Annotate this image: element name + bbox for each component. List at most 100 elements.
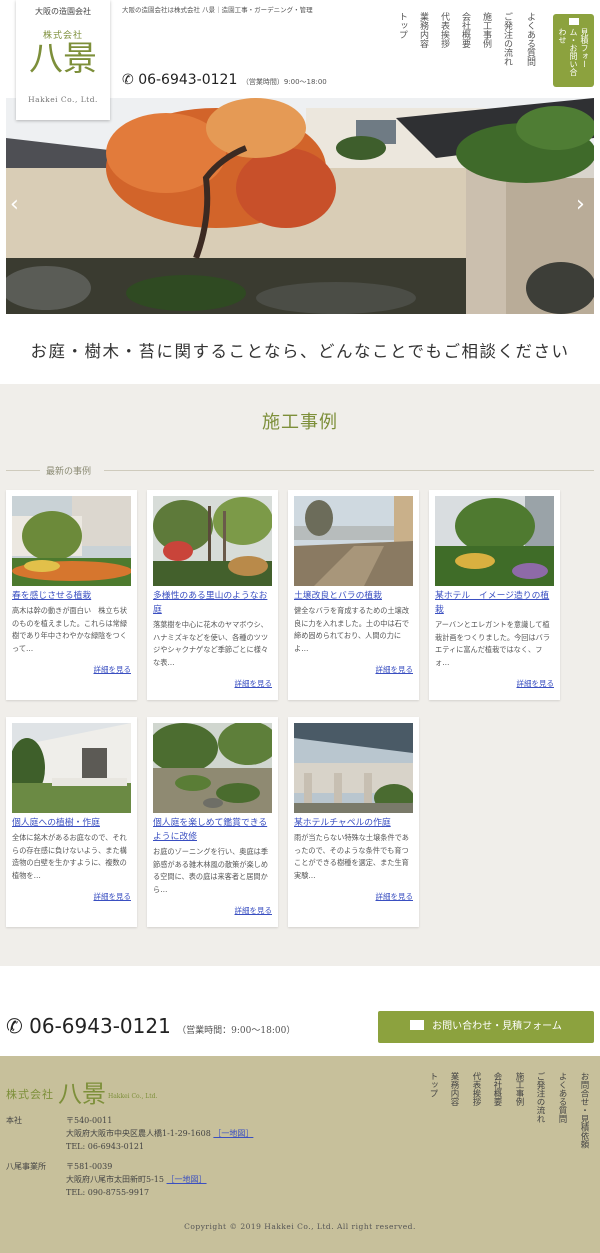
office-tel: TEL: 090-8755-9917 — [66, 1188, 150, 1197]
read-more-link[interactable]: 詳細を見る — [376, 664, 414, 675]
work-description: 落葉樹を中心に花木のヤマボウシ、ハナミズキなどを使い、各種のツツジやシャクナゲな… — [153, 620, 269, 667]
hero-image — [6, 98, 594, 314]
contact-form-button[interactable]: お問い合わせ・見積フォーム — [378, 1011, 594, 1043]
footer-nav-greeting[interactable]: 代表挨拶 — [471, 1072, 481, 1106]
work-title[interactable]: 土壌改良とバラの植栽 — [294, 589, 414, 603]
nav-order-flow[interactable]: ご発注の流れ — [501, 12, 512, 66]
footer-nav-company[interactable]: 会社概要 — [492, 1072, 502, 1106]
office-address-text: 大阪府八尾市太田新町5-15 — [66, 1175, 164, 1184]
work-title[interactable]: 個人庭を楽しめて鑑賞できるように改修 — [153, 816, 273, 844]
footer-nav-order-flow[interactable]: ご発注の流れ — [535, 1072, 545, 1123]
nav-faq[interactable]: よくある質問 — [524, 12, 535, 66]
work-description: お庭のゾーニングを行い、奥庭は季節感がある雑木林風の散策が楽しめる空間に、表の庭… — [153, 847, 269, 894]
contact-phone-number: 06-6943-0121 — [29, 1014, 171, 1038]
read-more-link[interactable]: 詳細を見る — [235, 678, 273, 689]
work-title[interactable]: 某ホテル イメージ造りの植栽 — [435, 589, 555, 617]
contact-bar: ✆ 06-6943-0121 （営業時間：9:00～18:00） お問い合わせ・… — [0, 1000, 600, 1056]
nav-greeting[interactable]: 代表挨拶 — [438, 12, 449, 48]
footer-nav-top[interactable]: トップ — [428, 1072, 438, 1098]
hero-slider: ‹ › — [6, 98, 594, 314]
contact-phone[interactable]: ✆ 06-6943-0121 （営業時間：9:00～18:00） — [6, 1014, 295, 1038]
work-card[interactable]: 多様性のある里山のようなお庭 落葉樹を中心に花木のヤマボウシ、ハナミズキなどを使… — [147, 490, 278, 700]
header-tagline: 大阪の造園会社は株式会社 八景｜造園工事・ガーデニング・管理 — [122, 6, 313, 14]
work-card[interactable]: 某ホテルチャペルの作庭 雨が当たらない特殊な土壌条件であったので、そのような条件… — [288, 717, 419, 927]
phone-icon: ✆ — [122, 72, 134, 88]
header-phone[interactable]: ✆ 06-6943-0121 （営業時間）9:00～18:00 — [122, 72, 327, 88]
logo-name: 八景 — [29, 39, 97, 79]
nav-services[interactable]: 業務内容 — [417, 12, 428, 48]
office-zip: 〒581-0039 — [66, 1162, 113, 1171]
work-description: 高木は幹の動きが面白い 株立ち状のものを植えました。これらは常緑樹であり年中さわ… — [12, 606, 128, 653]
logo-english: Hakkei Co., Ltd. — [28, 95, 98, 104]
work-thumbnail[interactable] — [153, 723, 272, 813]
work-card[interactable]: 某ホテル イメージ造りの植栽 アーバンとエレガントを意識して植栽計画をつくりまし… — [429, 490, 560, 700]
footer-nav: トップ 業務内容 代表挨拶 会社概要 施工事例 ご発注の流れ よくある質問 お問… — [428, 1072, 598, 1182]
site-logo[interactable]: 大阪の造園会社 株式会社 八景 Hakkei Co., Ltd. — [16, 0, 110, 120]
work-title[interactable]: 春を感じさせる植栽 — [12, 589, 132, 603]
slider-prev-button[interactable]: ‹ — [10, 194, 24, 216]
work-title[interactable]: 某ホテルチャペルの作庭 — [294, 816, 414, 830]
read-more-link[interactable]: 詳細を見る — [235, 905, 273, 916]
header-contact-button[interactable]: 見積フォーム・お問い合わせ — [553, 14, 594, 87]
footer-nav-contact[interactable]: お問合せ・見積依頼 — [579, 1072, 589, 1149]
work-title[interactable]: 個人庭への植樹・作庭 — [12, 816, 132, 830]
read-more-link[interactable]: 詳細を見る — [94, 664, 132, 675]
works-section: 施工事例 最新の事例 春を感じさせる植栽 高木は幹の動きが面白い 株立ち状のもの… — [0, 384, 600, 966]
work-description: 全体に銘木があるお庭なので、それらの存在感に負けないよう、また構造物の白壁を生か… — [12, 833, 127, 880]
work-card[interactable]: 個人庭を楽しめて鑑賞できるように改修 お庭のゾーニングを行い、奥庭は季節感がある… — [147, 717, 278, 927]
footer-office-yao: 八尾事業所 〒581-0039 大阪府八尾市太田新町5-15 ［一地図］ TEL… — [6, 1160, 306, 1200]
footer-nav-services[interactable]: 業務内容 — [449, 1072, 459, 1106]
work-thumbnail[interactable] — [153, 496, 272, 586]
envelope-icon — [568, 18, 579, 25]
work-title[interactable]: 多様性のある里山のようなお庭 — [153, 589, 273, 617]
footer-logo-name: 八景 — [58, 1080, 106, 1108]
work-thumbnail[interactable] — [435, 496, 554, 586]
nav-top[interactable]: トップ — [396, 12, 407, 39]
map-link[interactable]: ［一地図］ — [167, 1175, 207, 1184]
divider-line — [6, 470, 40, 471]
nav-works[interactable]: 施工事例 — [480, 12, 491, 48]
slider-next-button[interactable]: › — [576, 194, 590, 216]
work-thumbnail[interactable] — [294, 496, 413, 586]
divider-line — [104, 470, 594, 471]
work-description: 健全なバラを育成するための土壌改良に力を入れました。土の中は石で締め固められてお… — [294, 606, 410, 653]
contact-form-label: お問い合わせ・見積フォーム — [432, 1021, 562, 1032]
site-header: 大阪の造園会社 株式会社 八景 Hakkei Co., Ltd. 大阪の造園会社… — [0, 0, 600, 120]
header-contact-label: 見積フォーム・お問い合わせ — [558, 28, 589, 76]
site-footer: 株式会社 八景 Hakkei Co., Ltd. 本社 〒540-0011 大阪府大… — [0, 1056, 600, 1253]
office-tel: TEL: 06-6943-0121 — [66, 1142, 145, 1151]
envelope-icon — [410, 1020, 425, 1030]
latest-label: 最新の事例 — [46, 467, 92, 477]
copyright: Copyright © 2019 Hakkei Co., Ltd. All ri… — [184, 1222, 416, 1231]
read-more-link[interactable]: 詳細を見る — [517, 678, 555, 689]
header-phone-number: 06-6943-0121 — [138, 72, 238, 88]
header-hours: （営業時間）9:00～18:00 — [241, 78, 327, 86]
footer-nav-works[interactable]: 施工事例 — [514, 1072, 524, 1106]
footer-office-main: 本社 〒540-0011 大阪府大阪市中央区農人橋1-1-29-1608 ［一地… — [6, 1114, 306, 1154]
contact-hours: （営業時間：9:00～18:00） — [177, 1026, 296, 1036]
work-thumbnail[interactable] — [12, 496, 131, 586]
footer-logo-english: Hakkei Co., Ltd. — [108, 1093, 158, 1100]
map-link[interactable]: ［一地図］ — [213, 1129, 253, 1138]
work-description: アーバンとエレガントを意識して植栽計画をつくりました。今回はバラエティに富んだ植… — [435, 620, 551, 667]
work-description: 雨が当たらない特殊な土壌条件であったので、そのような条件でも育つことができる樹種… — [294, 833, 409, 880]
office-label: 八尾事業所 — [6, 1162, 46, 1171]
footer-logo-company: 株式会社 — [6, 1088, 54, 1101]
works-title: 施工事例 — [262, 412, 338, 433]
catch-copy: お庭・樹木・苔に関することなら、どんなことでもご相談ください — [30, 342, 570, 361]
read-more-link[interactable]: 詳細を見る — [376, 891, 414, 902]
office-details: 〒540-0011 大阪府大阪市中央区農人橋1-1-29-1608 ［一地図］ … — [66, 1114, 253, 1153]
office-address: 大阪府大阪市中央区農人橋1-1-29-1608 ［一地図］ — [66, 1127, 253, 1140]
work-card[interactable]: 個人庭への植樹・作庭 全体に銘木があるお庭なので、それらの存在感に負けないよう、… — [6, 717, 137, 927]
office-details: 〒581-0039 大阪府八尾市太田新町5-15 ［一地図］ TEL: 090-… — [66, 1160, 207, 1199]
footer-nav-faq[interactable]: よくある質問 — [557, 1072, 567, 1123]
work-card[interactable]: 土壌改良とバラの植栽 健全なバラを育成するための土壌改良に力を入れました。土の中… — [288, 490, 419, 700]
phone-icon: ✆ — [6, 1014, 23, 1038]
read-more-link[interactable]: 詳細を見る — [94, 891, 132, 902]
footer-logo[interactable]: 株式会社 八景 Hakkei Co., Ltd. — [6, 1074, 157, 1109]
office-label: 本社 — [6, 1116, 22, 1125]
work-card[interactable]: 春を感じさせる植栽 高木は幹の動きが面白い 株立ち状のものを植えました。これらは… — [6, 490, 137, 700]
work-thumbnail[interactable] — [294, 723, 413, 813]
work-thumbnail[interactable] — [12, 723, 131, 813]
nav-company[interactable]: 会社概要 — [459, 12, 470, 48]
